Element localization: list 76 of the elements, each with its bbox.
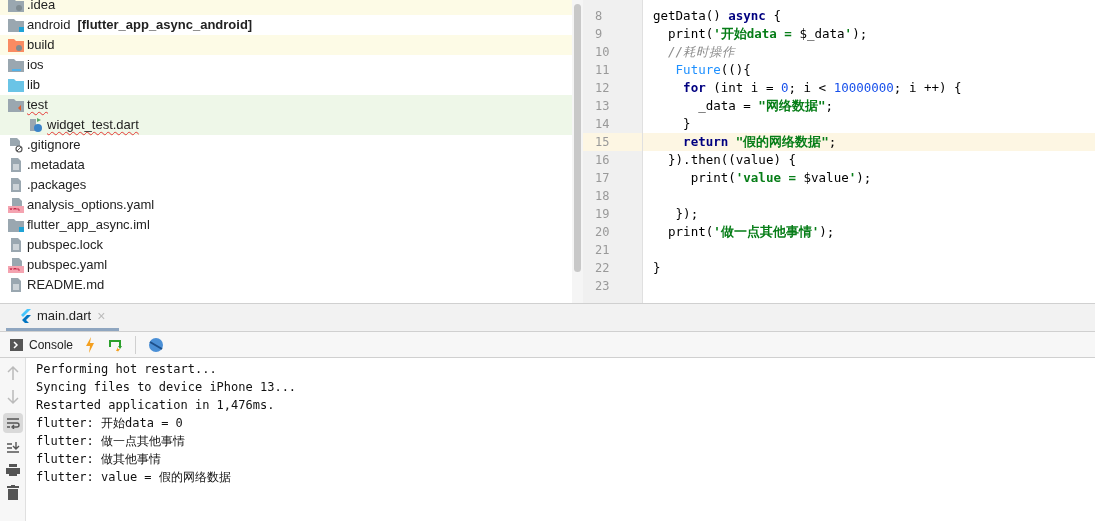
dart-devtools-icon[interactable] bbox=[148, 336, 165, 353]
tree-item[interactable]: pubspec.lock bbox=[0, 235, 572, 255]
trash-icon[interactable] bbox=[6, 485, 19, 500]
ignore-file-icon bbox=[8, 137, 24, 153]
text-file-icon bbox=[8, 237, 24, 253]
code-line: getData() async { bbox=[653, 8, 781, 23]
code-line: return "假的网络数据"; bbox=[682, 134, 837, 149]
code-line: for (int i = 0; i < 10000000; i ++) { bbox=[682, 80, 962, 95]
console-line: flutter: 做其他事情 bbox=[36, 451, 163, 468]
text-file-icon bbox=[8, 277, 24, 293]
code-line: } bbox=[653, 260, 661, 275]
text-file-icon bbox=[8, 157, 24, 173]
tree-item[interactable]: widget_test.dart bbox=[0, 115, 572, 135]
code-line: _data = "网络数据"; bbox=[697, 98, 833, 113]
tree-item[interactable]: .metadata bbox=[0, 155, 572, 175]
yaml-file-icon bbox=[8, 257, 24, 273]
line-number: 8 bbox=[595, 9, 603, 23]
tree-item[interactable]: test bbox=[0, 95, 572, 115]
code-line: } bbox=[682, 116, 691, 131]
tree-item[interactable]: README.md bbox=[0, 275, 572, 295]
soft-wrap-button[interactable] bbox=[2, 413, 23, 433]
tree-item[interactable]: build bbox=[0, 35, 572, 55]
line-number: 20 bbox=[595, 225, 610, 239]
soft-wrap-icon bbox=[5, 417, 20, 429]
tree-item[interactable]: analysis_options.yaml bbox=[0, 195, 572, 215]
tree-item[interactable]: flutter_app_async.iml bbox=[0, 215, 572, 235]
folder-icon bbox=[8, 78, 24, 92]
folder-icon bbox=[8, 18, 24, 32]
tree-item[interactable]: .idea bbox=[0, 0, 572, 15]
code-line: print('开始data = $_data'); bbox=[667, 26, 868, 41]
tree-item[interactable]: .packages bbox=[0, 175, 572, 195]
code-line: print('value = $value'); bbox=[689, 170, 872, 185]
folder-icon bbox=[8, 38, 24, 52]
console-icon bbox=[10, 338, 23, 351]
line-number: 21 bbox=[595, 243, 610, 257]
console-line: Performing hot restart... bbox=[36, 361, 218, 378]
line-number: 9 bbox=[595, 27, 603, 41]
tree-item[interactable]: pubspec.yaml bbox=[0, 255, 572, 275]
line-number: 12 bbox=[595, 81, 610, 95]
console-line: flutter: value = 假的网络数据 bbox=[36, 469, 232, 486]
line-number: 16 bbox=[595, 153, 610, 167]
code-line: Future((){ bbox=[674, 62, 751, 77]
line-number: 14 bbox=[595, 117, 610, 131]
scroll-to-end-icon[interactable] bbox=[5, 441, 20, 455]
tree-item[interactable]: android [flutter_app_async_android] bbox=[0, 15, 572, 35]
text-file-icon bbox=[8, 177, 24, 193]
line-number: 17 bbox=[595, 171, 610, 185]
line-number: 11 bbox=[595, 63, 610, 77]
dart-file-icon bbox=[28, 117, 44, 133]
folder-icon bbox=[8, 58, 24, 72]
line-number: 18 bbox=[595, 189, 610, 203]
line-number: 22 bbox=[595, 261, 610, 275]
yaml-file-icon bbox=[8, 197, 24, 213]
scrollbar[interactable] bbox=[574, 4, 581, 272]
line-number: 19 bbox=[595, 207, 610, 221]
code-line: }).then((value) { bbox=[667, 152, 796, 167]
console-line: flutter: 开始data = 0 bbox=[36, 415, 184, 432]
code-line: //耗时操作 bbox=[667, 44, 736, 59]
line-number: 15 bbox=[595, 135, 610, 149]
line-number: 23 bbox=[595, 279, 610, 293]
line-number: 10 bbox=[595, 45, 610, 59]
console-line: Restarted application in 1,476ms. bbox=[36, 397, 276, 414]
tree-item[interactable]: lib bbox=[0, 75, 572, 95]
code-line: print('做一点其他事情'); bbox=[667, 224, 835, 239]
console-tab[interactable]: Console bbox=[10, 335, 74, 354]
tree-item[interactable]: ios bbox=[0, 55, 572, 75]
flutter-icon bbox=[20, 309, 31, 323]
code-line: }); bbox=[674, 206, 699, 221]
folder-icon bbox=[8, 0, 24, 12]
tree-item[interactable]: .gitignore bbox=[0, 135, 572, 155]
print-icon[interactable] bbox=[5, 463, 20, 477]
line-number: 13 bbox=[595, 99, 610, 113]
console-line: Syncing files to device iPhone 13... bbox=[36, 379, 298, 396]
folder-icon bbox=[8, 98, 24, 112]
folder-icon bbox=[8, 218, 24, 232]
console-line: flutter: 做一点其他事情 bbox=[36, 433, 187, 450]
